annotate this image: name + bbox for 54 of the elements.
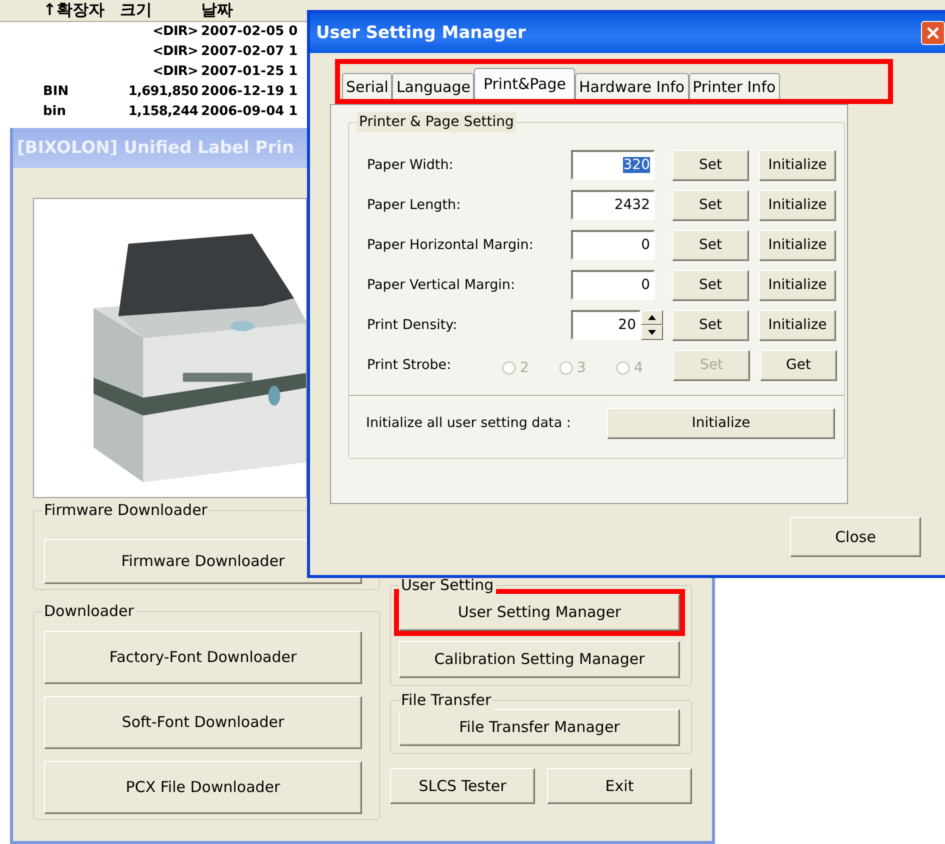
group-label: Printer & Page Setting — [357, 112, 516, 132]
button[interactable]: Calibration Setting Manager — [399, 641, 680, 678]
tab[interactable]: Serial — [342, 73, 392, 99]
table-cell-text: <DIR> — [152, 63, 198, 81]
button[interactable]: Get — [760, 350, 837, 380]
input-field[interactable]: 320 — [571, 150, 655, 180]
button[interactable]: File Transfer Manager — [399, 709, 680, 746]
column-header[interactable]: 크기 — [120, 0, 198, 21]
field-label: Initialize all user setting data : — [365, 414, 572, 433]
table-cell-text: 2006-09-04 1 — [200, 103, 298, 121]
field-label: Paper Vertical Margin: — [366, 276, 516, 295]
table-cell-text: <DIR> — [152, 43, 198, 61]
button[interactable]: Set — [672, 230, 749, 260]
input-field[interactable]: 0 — [571, 230, 655, 260]
column-header[interactable]: ↑확장자 — [0, 0, 120, 21]
input-field[interactable]: 20 — [571, 310, 641, 340]
button[interactable]: Initialize — [759, 150, 836, 180]
table-cell-text: bin — [42, 103, 68, 121]
button[interactable]: Set — [672, 270, 749, 300]
input-field[interactable]: 0 — [571, 270, 655, 300]
button[interactable]: Initialize — [759, 230, 836, 260]
button[interactable]: PCX File Downloader — [44, 761, 362, 814]
button[interactable]: Close — [790, 517, 921, 557]
table-cell-text: <DIR> — [152, 23, 198, 41]
table-cell-text: 1,158,244 — [127, 103, 198, 121]
tab[interactable]: Language — [392, 73, 474, 99]
table-cell-text: 2007-02-07 1 — [200, 43, 298, 61]
tab[interactable]: Print&Page — [474, 68, 575, 99]
window-title: User Setting Manager — [316, 22, 526, 45]
button[interactable]: SLCS Tester — [390, 768, 535, 804]
button[interactable]: Set — [672, 150, 749, 180]
button[interactable]: Set — [672, 190, 749, 220]
table-cell-text: 2007-02-05 0 — [200, 23, 298, 41]
field-label: Paper Length: — [366, 196, 462, 215]
input-field[interactable]: 2432 — [571, 190, 655, 220]
button[interactable]: Exit — [547, 768, 692, 804]
field-label: Print Density: — [366, 316, 458, 335]
button[interactable]: Initialize — [759, 190, 836, 220]
button[interactable]: Set — [672, 310, 749, 340]
tab[interactable]: Printer Info — [688, 73, 780, 99]
button[interactable]: Factory-Font Downloader — [44, 631, 362, 684]
button[interactable]: Initialize — [759, 310, 836, 340]
table-cell-text: 2007-01-25 1 — [200, 63, 298, 81]
field-label: Paper Horizontal Margin: — [366, 236, 534, 255]
tab[interactable]: Hardware Info — [575, 73, 689, 99]
button[interactable]: Initialize — [607, 408, 835, 438]
table-cell-text: 2006-12-19 1 — [200, 83, 298, 101]
field-label: Print Strobe: — [366, 356, 452, 375]
button[interactable]: Soft-Font Downloader — [44, 696, 362, 749]
column-header[interactable]: 날짜 — [198, 0, 233, 21]
button[interactable]: User Setting Manager — [399, 594, 680, 631]
button[interactable]: Initialize — [759, 270, 836, 300]
table-cell-text: BIN — [42, 83, 70, 101]
table-cell-text: 1,691,850 — [127, 83, 198, 101]
